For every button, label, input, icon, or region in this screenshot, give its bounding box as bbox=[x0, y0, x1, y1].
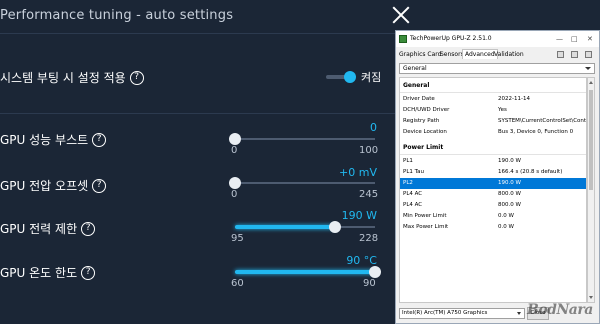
toggle-state-text: 켜짐 bbox=[361, 71, 382, 84]
maximize-button[interactable]: □ bbox=[571, 31, 578, 47]
screenshot-icon[interactable] bbox=[557, 51, 564, 58]
slider-thumb[interactable] bbox=[229, 133, 241, 145]
list-scrollbar[interactable] bbox=[587, 77, 595, 303]
list-item[interactable]: Max Power Limit 0.0 W bbox=[400, 222, 586, 233]
list-item-selected[interactable]: PL2 190.0 W bbox=[400, 178, 586, 189]
help-icon[interactable]: ? bbox=[81, 221, 96, 236]
slider-thumb[interactable] bbox=[369, 266, 381, 278]
slider-label: GPU 성능 부스트 bbox=[0, 133, 89, 147]
gpu-boost-slider[interactable] bbox=[229, 133, 375, 145]
slider-min: 0 bbox=[231, 145, 238, 156]
category-dropdown[interactable]: General bbox=[399, 63, 595, 74]
help-icon[interactable]: ? bbox=[92, 178, 107, 193]
scroll-thumb[interactable] bbox=[589, 90, 593, 190]
window-close-button[interactable]: ✕ bbox=[587, 31, 593, 47]
section-heading: General bbox=[403, 82, 430, 89]
tab-graphics-card[interactable]: Graphics Card bbox=[399, 51, 441, 58]
section-heading: Power Limit bbox=[403, 144, 444, 151]
refresh-icon[interactable] bbox=[571, 51, 578, 58]
performance-tuning-panel: Performance tuning - auto settings 시스템 부… bbox=[0, 0, 420, 324]
scroll-down-icon[interactable] bbox=[589, 296, 593, 299]
tab-advanced[interactable]: Advanced bbox=[462, 49, 498, 59]
page-title: Performance tuning - auto settings bbox=[0, 8, 234, 23]
list-item[interactable]: Device Location Bus 3, Device 0, Functio… bbox=[400, 127, 586, 138]
slider-thumb[interactable] bbox=[329, 221, 341, 233]
list-item[interactable]: PL1 190.0 W bbox=[400, 156, 586, 167]
panel-header: Performance tuning - auto settings bbox=[0, 0, 420, 34]
slider-max: 245 bbox=[359, 189, 379, 200]
gpu-temp-slider[interactable] bbox=[235, 266, 381, 278]
slider-max: 100 bbox=[359, 145, 379, 156]
gpuz-tabs: Graphics Card Sensors Advanced Validatio… bbox=[396, 49, 599, 61]
gpuz-window: TechPowerUp GPU-Z 2.51.0 — □ ✕ Graphics … bbox=[395, 30, 600, 324]
slider-label: GPU 전력 제한 bbox=[0, 222, 78, 236]
tab-sensors[interactable]: Sensors bbox=[440, 51, 464, 58]
window-title: TechPowerUp GPU-Z 2.51.0 bbox=[410, 35, 492, 42]
list-item[interactable]: Driver Date 2022-11-14 bbox=[400, 94, 586, 105]
gpu-select-dropdown[interactable]: Intel(R) Arc(TM) A750 Graphics bbox=[399, 308, 525, 319]
gpuz-app-icon bbox=[399, 35, 407, 43]
slider-thumb[interactable] bbox=[229, 177, 241, 189]
help-icon[interactable]: ? bbox=[81, 265, 96, 280]
list-item[interactable]: PL1 Tau 166.4 s (20.8 s default) bbox=[400, 167, 586, 178]
gpuz-title-bar[interactable]: TechPowerUp GPU-Z 2.51.0 — □ ✕ bbox=[396, 31, 599, 47]
slider-min: 95 bbox=[231, 233, 244, 244]
list-item[interactable]: Registry Path SYSTEM\CurrentControlSet\C… bbox=[400, 116, 586, 127]
close-icon[interactable] bbox=[390, 4, 412, 26]
list-item[interactable]: DCH/UWD Driver Yes bbox=[400, 105, 586, 116]
menu-icon[interactable] bbox=[585, 51, 592, 58]
tab-validation[interactable]: Validation bbox=[494, 51, 524, 58]
help-icon[interactable]: ? bbox=[129, 70, 144, 85]
chevron-down-icon bbox=[585, 67, 591, 70]
slider-max: 90 bbox=[363, 278, 376, 289]
list-item[interactable]: PL4 AC 800.0 W bbox=[400, 189, 586, 200]
scroll-up-icon[interactable] bbox=[589, 81, 593, 84]
gpu-voltage-slider[interactable] bbox=[229, 177, 375, 189]
slider-min: 60 bbox=[231, 278, 244, 289]
chevron-down-icon bbox=[517, 312, 521, 315]
watermark-logo: BodNara bbox=[527, 302, 593, 318]
slider-max: 228 bbox=[359, 233, 379, 244]
toggle-knob bbox=[344, 71, 356, 83]
divider bbox=[0, 113, 395, 114]
slider-label: GPU 온도 한도 bbox=[0, 266, 78, 280]
boot-apply-label: 시스템 부팅 시 설정 적용 ? bbox=[0, 69, 144, 86]
advanced-info-list: General Driver Date 2022-11-14 DCH/UWD D… bbox=[399, 77, 587, 303]
list-item[interactable]: PL4 AC 800.0 W bbox=[400, 200, 586, 211]
minimize-button[interactable]: — bbox=[556, 31, 563, 47]
list-item[interactable]: Min Power Limit 0.0 W bbox=[400, 211, 586, 222]
boot-apply-toggle[interactable] bbox=[326, 71, 356, 83]
gpu-power-slider[interactable] bbox=[235, 221, 375, 233]
slider-label: GPU 전압 오프셋 bbox=[0, 179, 89, 193]
help-icon[interactable]: ? bbox=[92, 132, 107, 147]
slider-min: 0 bbox=[231, 189, 238, 200]
